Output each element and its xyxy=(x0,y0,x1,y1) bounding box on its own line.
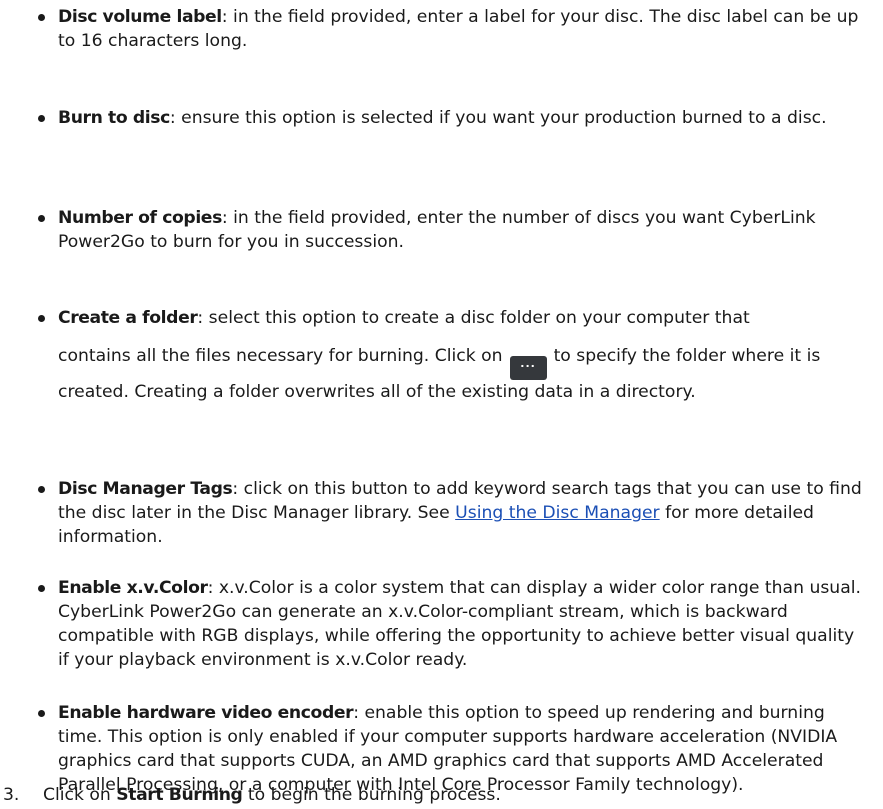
term-create-a-folder: Create a folder xyxy=(58,308,198,328)
step-number: 3. xyxy=(3,785,20,805)
list-item-number-of-copies: Number of copies: in the field provided,… xyxy=(38,206,863,254)
desc-burn-to-disc: : ensure this option is selected if you … xyxy=(169,108,827,128)
step-3: 3. Click on Start Burning to begin the bu… xyxy=(3,783,863,807)
term-disc-volume-label: Disc volume label xyxy=(58,7,222,27)
list-item-enable-xv-color: Enable x.v.Color: x.v.Color is a color s… xyxy=(38,576,863,672)
more-dots-icon: ... xyxy=(520,357,536,370)
list-item-disc-manager-tags: Disc Manager Tags: click on this button … xyxy=(38,477,863,549)
term-enable-hardware-encoder: Enable hardware video encoder xyxy=(58,703,354,723)
term-burn-to-disc: Burn to disc xyxy=(58,108,170,128)
list-item-create-a-folder: Create a folder: select this option to c… xyxy=(38,306,863,404)
term-start-burning: Start Burning xyxy=(116,785,243,805)
desc-create-a-folder-part1: : select this option to create a disc fo… xyxy=(197,308,750,328)
term-enable-xv-color: Enable x.v.Color xyxy=(58,578,208,598)
step-text-after: to begin the burning process. xyxy=(247,785,501,805)
step-text-before: Click on xyxy=(43,785,111,805)
using-disc-manager-link[interactable]: Using the Disc Manager xyxy=(455,503,659,523)
term-number-of-copies: Number of copies xyxy=(58,208,222,228)
help-page: Disc volume label: in the field provided… xyxy=(0,0,883,809)
term-disc-manager-tags: Disc Manager Tags xyxy=(58,479,233,499)
list-item-burn-to-disc: Burn to disc: ensure this option is sele… xyxy=(38,106,863,130)
list-item-disc-volume-label: Disc volume label: in the field provided… xyxy=(38,5,863,53)
desc-create-a-folder-part2: contains all the files necessary for bur… xyxy=(58,346,503,366)
browse-folder-button: ... xyxy=(509,356,547,380)
